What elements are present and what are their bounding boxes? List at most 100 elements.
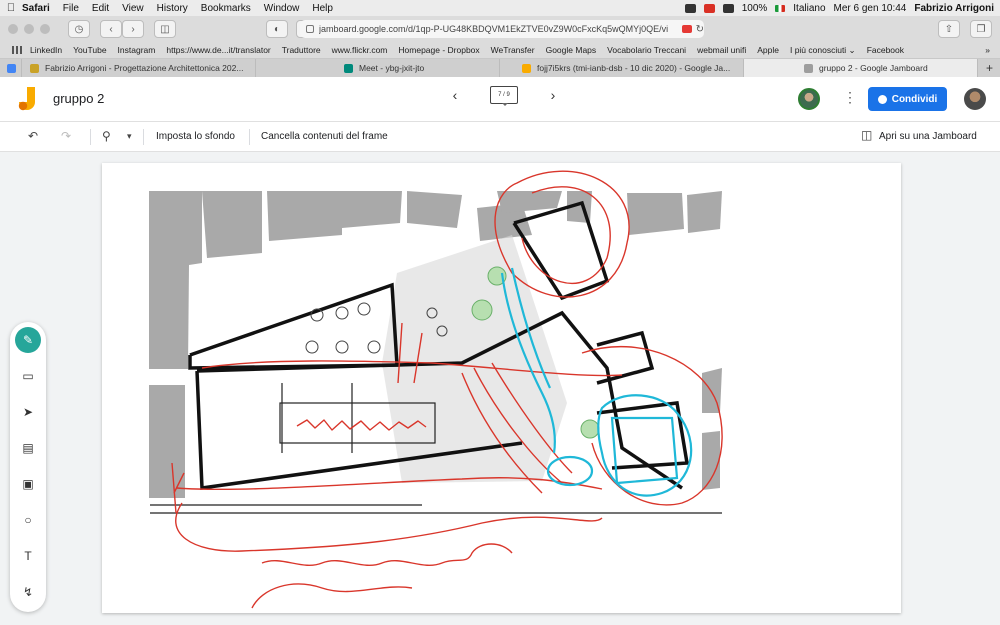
menu-help[interactable]: Help [312,3,333,14]
frame-counter[interactable]: 7 / 9 [490,86,518,106]
menu-window[interactable]: Window [264,3,300,14]
back-button[interactable]: ‹ [100,20,122,38]
camera-in-use-icon[interactable] [681,25,692,33]
bluetooth-icon[interactable] [722,3,734,13]
input-language[interactable]: Italiano [793,3,825,14]
clear-frame-button[interactable]: Cancella contenuti del frame [261,131,388,142]
bookmark-item[interactable]: Apple [757,45,779,55]
reload-icon[interactable]: ↻ [696,24,704,35]
tool-rail: ✎ ▭ ➤ ▤ ▣ ○ T ↯ [10,322,46,612]
bookmark-item[interactable]: Vocabolario Treccani [607,45,686,55]
address-bar[interactable]: jamboard.google.com/d/1qp-P-UG48KBDQVM1E… [300,20,704,38]
tab-label: Fabrizio Arrigoni - Progettazione Archit… [45,63,244,73]
user-avatar[interactable] [964,88,986,110]
zoom-dropdown-icon[interactable]: ▾ [127,131,132,142]
pen-icon[interactable]: ✎ [15,327,41,353]
undo-icon[interactable]: ↶ [28,129,38,143]
new-tab-button[interactable]: + [978,59,1000,77]
menu-file[interactable]: File [63,3,79,14]
tab-overview-icon[interactable]: ❐ [970,20,992,38]
language-flag-icon[interactable] [775,4,786,12]
board-title[interactable]: gruppo 2 [53,91,104,106]
tab-bar: Fabrizio Arrigoni - Progettazione Archit… [0,59,1000,77]
bookmark-item[interactable]: www.flickr.com [332,45,388,55]
set-background-button[interactable]: Imposta lo sfondo [156,131,235,142]
canvas-area: ✎ ▭ ➤ ▤ ▣ ○ T ↯ [0,152,1000,625]
history-clock-icon[interactable]: ◷ [68,20,90,38]
close-window-button[interactable] [8,24,18,34]
bookmark-item[interactable]: LinkedIn [30,45,62,55]
bookmarks-bar: LinkedIn YouTube Instagram https://www.d… [0,42,1000,59]
open-in-jamboard-button[interactable]: Apri su una Jamboard [879,131,977,142]
share-button[interactable]: Condividi [868,87,947,111]
tab[interactable]: Meet - ybg-jxit-jto [256,59,500,77]
bookmark-item[interactable]: Traduttore [282,45,321,55]
window-controls [8,24,50,34]
apple-menu-icon[interactable]:  [0,2,22,14]
menu-app-name[interactable]: Safari [22,3,50,14]
text-box-icon[interactable]: T [15,543,41,569]
tab-favicon-icon [30,63,39,73]
meet-status-icon[interactable] [684,3,696,13]
circle-icon[interactable]: ○ [15,507,41,533]
frame-toolbar: ↶ ↷ ⚲ ▾ Imposta lo sfondo Cancella conte… [0,122,1000,152]
image-icon[interactable]: ▣ [15,471,41,497]
jamboard-favicon-icon [522,63,531,73]
meet-icon [344,63,353,73]
bookmark-item[interactable]: Facebook [867,45,904,55]
toolbar-divider [90,129,91,145]
toolbar-divider [143,129,144,145]
select-icon[interactable]: ➤ [15,399,41,425]
menu-history[interactable]: History [157,3,188,14]
sidebar-icon[interactable]: ◫ [154,20,176,38]
bookmark-item[interactable]: webmail unifi [697,45,746,55]
prev-frame-chevron-icon[interactable]: ‹ [446,87,464,103]
tab-label: gruppo 2 - Google Jamboard [819,63,928,73]
bookmark-item[interactable]: Instagram [118,45,156,55]
tab-active[interactable]: gruppo 2 - Google Jamboard [744,59,978,77]
bookmark-item[interactable]: Homepage - Dropbox [398,45,479,55]
site-plan-drawing[interactable] [102,163,901,613]
bookmark-item[interactable]: Google Maps [546,45,597,55]
jamboard-logo-icon[interactable] [18,87,38,113]
open-in-jamboard-icon[interactable]: ◫ [861,128,872,142]
bookmark-item[interactable]: https://www.de...it/translator [166,45,270,55]
tab[interactable]: Fabrizio Arrigoni - Progettazione Archit… [22,59,256,77]
more-options-icon[interactable]: ⋮ [843,89,857,106]
tab[interactable]: fojj7i5krs (tmi-ianb-dsb - 10 dic 2020) … [500,59,744,77]
laser-icon[interactable]: ↯ [15,579,41,605]
tab-label: Meet - ybg-jxit-jto [359,63,425,73]
redo-icon[interactable]: ↷ [61,129,71,143]
url-text[interactable]: jamboard.google.com/d/1qp-P-UG48KBDQVM1E… [319,24,678,34]
bookmarks-grid-icon[interactable] [12,46,22,54]
bookmark-item[interactable]: WeTransfer [491,45,535,55]
bookmark-item[interactable]: I più conosciuti ⌄ [790,45,856,56]
next-frame-chevron-icon[interactable]: › [544,87,562,103]
share-label: Condividi [891,93,938,105]
clock[interactable]: Mer 6 gen 10:44 [834,3,907,14]
battery-percent[interactable]: 100% [742,3,768,14]
zoom-icon[interactable]: ⚲ [102,129,111,143]
user-name[interactable]: Fabrizio Arrigoni [914,3,994,14]
menu-view[interactable]: View [122,3,144,14]
zoom-window-button[interactable] [40,24,50,34]
google-icon [7,63,16,73]
lock-icon [306,25,314,33]
eraser-icon[interactable]: ▭ [15,363,41,389]
macos-menubar:  Safari File Edit View History Bookmark… [0,0,1000,16]
screen-record-icon[interactable] [703,3,715,13]
menu-bookmarks[interactable]: Bookmarks [201,3,251,14]
share-icon[interactable]: ⇧ [938,20,960,38]
jam-frame[interactable] [102,163,901,613]
minimize-window-button[interactable] [24,24,34,34]
sticky-note-icon[interactable]: ▤ [15,435,41,461]
pinned-tab[interactable] [0,59,22,77]
privacy-shield-icon[interactable]: ◐ [266,20,288,38]
forward-button[interactable]: › [122,20,144,38]
collaborator-avatar[interactable] [798,88,820,110]
toolbar-divider [249,129,250,145]
app-header: gruppo 2 ‹ 7 / 9 › ⋮ Condividi [0,77,1000,122]
bookmark-item[interactable]: YouTube [73,45,106,55]
more-bookmarks-icon[interactable]: » [985,45,990,55]
menu-edit[interactable]: Edit [92,3,109,14]
